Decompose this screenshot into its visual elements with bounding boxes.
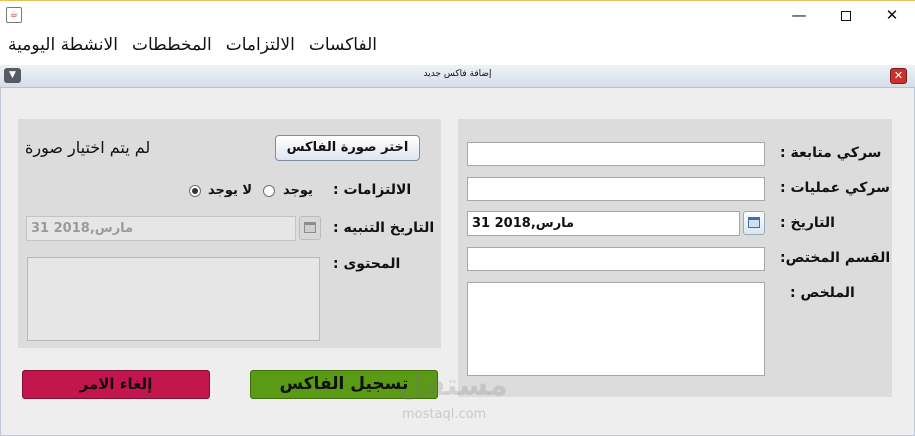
reminder-date-value: مارس,2018 31	[31, 221, 134, 236]
dialog-menu-button[interactable]: ▼	[4, 68, 21, 83]
no-image-selected-text: لم يتم اختيار صورة	[25, 138, 151, 157]
radio-not-exists[interactable]	[189, 185, 201, 197]
radio-not-exists-label: لا يوجد	[208, 183, 253, 198]
menu-bar: الانشطة اليومية المخططات الالتزامات الفا…	[0, 31, 915, 63]
watermark-logo: مستقل	[398, 368, 508, 403]
commitments-label: الالتزامات :	[333, 182, 412, 198]
cancel-button[interactable]: إلغاء الامر	[22, 370, 210, 399]
operations-secretary-input[interactable]	[467, 177, 765, 201]
content-label: المحتوى :	[333, 256, 401, 272]
application-window: ☕ — ✕ الانشطة اليومية المخططات الالتزاما…	[0, 0, 915, 436]
reminder-date-label: التاريخ التنبيه :	[333, 220, 435, 236]
calendar-icon	[748, 217, 760, 228]
menu-item-commitments[interactable]: الالتزامات	[224, 35, 297, 55]
date-value: مارس,2018 31	[472, 216, 575, 231]
menu-item-daily-activities[interactable]: الانشطة اليومية	[6, 35, 120, 55]
reminder-date-input[interactable]: مارس,2018 31	[26, 216, 296, 241]
dialog-title: إضافة فاكس جديد	[423, 69, 492, 79]
summary-textarea[interactable]	[467, 282, 765, 376]
maximize-icon	[841, 10, 851, 21]
summary-label: الملخص :	[790, 285, 855, 301]
watermark-url: mostaql.com	[402, 407, 487, 422]
maximize-button[interactable]	[823, 0, 869, 30]
date-input[interactable]: مارس,2018 31	[467, 211, 740, 236]
date-picker-button[interactable]	[743, 211, 765, 235]
follow-secretary-input[interactable]	[467, 142, 765, 166]
radio-exists[interactable]	[263, 185, 275, 197]
menu-item-faxes[interactable]: الفاكسات	[307, 35, 379, 55]
follow-secretary-label: سركي متابعة :	[780, 145, 882, 161]
content-textarea[interactable]	[27, 257, 320, 341]
operations-secretary-label: سركي عمليات :	[780, 180, 890, 196]
date-label: التاريخ :	[780, 215, 835, 231]
calendar-icon	[304, 222, 316, 233]
department-input[interactable]	[467, 247, 765, 271]
reminder-date-picker-button[interactable]	[299, 216, 321, 240]
minimize-button[interactable]: —	[776, 0, 822, 30]
department-label: القسم المختص:	[780, 250, 891, 266]
menu-items: الانشطة اليومية المخططات الالتزامات الفا…	[6, 35, 379, 55]
menu-item-plans[interactable]: المخططات	[130, 35, 214, 55]
java-app-icon: ☕	[6, 7, 22, 23]
radio-exists-label: يوجد	[283, 183, 313, 198]
window-close-button[interactable]: ✕	[869, 0, 915, 30]
dialog-close-button[interactable]: ✕	[890, 68, 907, 84]
choose-fax-image-button[interactable]: اختر صورة الفاكس	[275, 135, 420, 161]
